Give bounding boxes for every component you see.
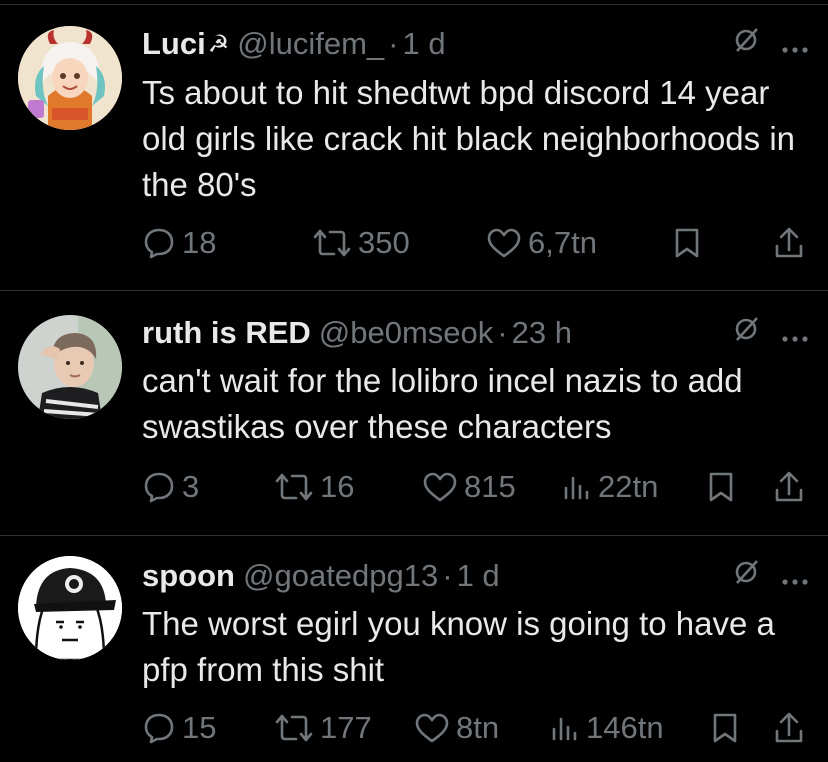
repost-icon bbox=[275, 714, 313, 742]
reply-icon bbox=[144, 472, 174, 503]
reply-count: 15 bbox=[182, 710, 217, 745]
views-icon bbox=[564, 476, 589, 500]
more-icon[interactable] bbox=[782, 26, 808, 62]
tweet-3[interactable]: spoon @goatedpg13 · 1 d The worst egirl … bbox=[0, 536, 828, 762]
action-bar: 15 177 8tn 146tn bbox=[142, 708, 810, 748]
share-button[interactable] bbox=[774, 708, 804, 748]
share-icon bbox=[775, 712, 803, 743]
repost-icon bbox=[275, 473, 313, 501]
repost-button[interactable]: 16 bbox=[274, 467, 354, 507]
like-count: 6,7tn bbox=[528, 225, 597, 260]
tweet-text: can't wait for the lolibro incel nazis t… bbox=[142, 362, 743, 445]
timestamp[interactable]: 1 d bbox=[402, 26, 445, 62]
avatar[interactable] bbox=[18, 26, 122, 130]
views-button[interactable]: 22tn bbox=[562, 467, 658, 507]
share-button[interactable] bbox=[774, 223, 804, 263]
reply-button[interactable]: 18 bbox=[142, 223, 216, 263]
views-count: 146tn bbox=[586, 710, 664, 745]
handle[interactable]: @goatedpg13 bbox=[243, 558, 438, 594]
avatar[interactable] bbox=[18, 315, 122, 419]
like-icon bbox=[415, 713, 449, 743]
timestamp[interactable]: 23 h bbox=[512, 315, 572, 351]
repost-count: 177 bbox=[320, 710, 372, 745]
tweet-text: The worst egirl you know is going to hav… bbox=[142, 605, 775, 688]
display-name[interactable]: spoon bbox=[142, 558, 235, 594]
like-button[interactable]: 8tn bbox=[414, 708, 499, 748]
avatar-image bbox=[18, 315, 122, 419]
reply-count: 3 bbox=[182, 469, 200, 504]
like-count: 815 bbox=[464, 469, 516, 504]
repost-count: 16 bbox=[320, 469, 355, 504]
tweet-text: Ts about to hit shedtwt bpd discord 14 y… bbox=[142, 74, 796, 203]
grok-icon[interactable] bbox=[732, 315, 760, 351]
separator-dot: · bbox=[388, 26, 399, 61]
reply-icon bbox=[144, 713, 174, 744]
timestamp[interactable]: 1 d bbox=[457, 558, 500, 594]
views-icon bbox=[552, 717, 577, 741]
views-button[interactable]: 146tn bbox=[550, 708, 664, 748]
bookmark-icon bbox=[713, 713, 737, 743]
grok-icon[interactable] bbox=[732, 26, 760, 62]
name-emoji: ☭ bbox=[207, 30, 230, 58]
more-icon[interactable] bbox=[782, 315, 808, 351]
tweet-1[interactable]: Luci ☭ @lucifem_ · 1 d Ts about to hit s… bbox=[0, 0, 828, 290]
like-button[interactable]: 6,7tn bbox=[486, 223, 597, 263]
tweet-2[interactable]: ruth is RED @be0mseok · 23 h can't wait … bbox=[0, 291, 828, 535]
share-icon bbox=[775, 471, 803, 502]
repost-icon bbox=[313, 229, 351, 257]
repost-button[interactable]: 177 bbox=[274, 708, 372, 748]
bookmark-button[interactable] bbox=[712, 708, 738, 748]
display-name[interactable]: Luci bbox=[142, 26, 206, 62]
separator-dot: · bbox=[442, 558, 453, 593]
like-count: 8tn bbox=[456, 710, 500, 745]
bookmark-icon bbox=[675, 228, 699, 258]
share-icon bbox=[775, 227, 803, 258]
grok-icon[interactable] bbox=[732, 558, 760, 594]
like-button[interactable]: 815 bbox=[422, 467, 516, 507]
handle[interactable]: @be0mseok bbox=[319, 315, 494, 351]
bookmark-icon bbox=[709, 472, 733, 502]
repost-button[interactable]: 350 bbox=[312, 223, 410, 263]
action-bar: 18 350 6,7tn bbox=[142, 223, 810, 263]
separator-dot: · bbox=[497, 315, 508, 350]
reply-button[interactable]: 15 bbox=[142, 708, 216, 748]
like-icon bbox=[487, 228, 521, 258]
avatar-image bbox=[18, 26, 122, 130]
reply-icon bbox=[144, 228, 174, 259]
reply-button[interactable]: 3 bbox=[142, 467, 199, 507]
reply-count: 18 bbox=[182, 225, 217, 260]
handle[interactable]: @lucifem_ bbox=[237, 26, 384, 62]
bookmark-button[interactable] bbox=[708, 467, 734, 507]
more-icon[interactable] bbox=[782, 558, 808, 594]
action-bar: 3 16 815 22tn bbox=[142, 467, 810, 507]
share-button[interactable] bbox=[774, 467, 804, 507]
display-name[interactable]: ruth is RED bbox=[142, 315, 311, 351]
avatar[interactable] bbox=[18, 556, 122, 660]
views-count: 22tn bbox=[598, 469, 659, 504]
repost-count: 350 bbox=[358, 225, 410, 260]
avatar-image bbox=[18, 556, 122, 660]
bookmark-button[interactable] bbox=[674, 223, 700, 263]
like-icon bbox=[423, 472, 457, 502]
